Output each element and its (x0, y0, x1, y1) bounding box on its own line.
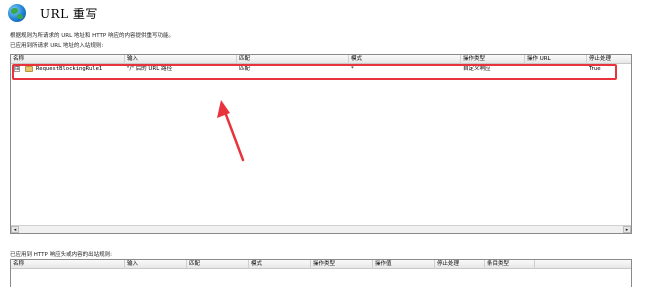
column-header-match[interactable]: 匹配 (187, 260, 249, 269)
outbound-section-label: 已应用到 HTTP 响应头或内容的出站规则: (10, 252, 112, 258)
column-header-stop-processing[interactable]: 停止处理 (435, 260, 485, 269)
column-header-name[interactable]: 名称 (11, 260, 125, 269)
column-header-action-value[interactable]: 操作值 (373, 260, 435, 269)
outbound-header-row: 名称 输入 匹配 模式 操作类型 操作值 停止处理 条目类型 (11, 260, 631, 269)
outbound-rules-grid[interactable]: 名称 输入 匹配 模式 操作类型 操作值 停止处理 条目类型 (10, 259, 632, 287)
column-header-action-type[interactable]: 操作类型 (311, 260, 373, 269)
column-header-entry-type[interactable]: 条目类型 (485, 260, 535, 269)
column-header-pattern[interactable]: 模式 (249, 260, 311, 269)
annotation-arrow-icon (217, 100, 245, 162)
column-header-input[interactable]: 输入 (125, 260, 187, 269)
